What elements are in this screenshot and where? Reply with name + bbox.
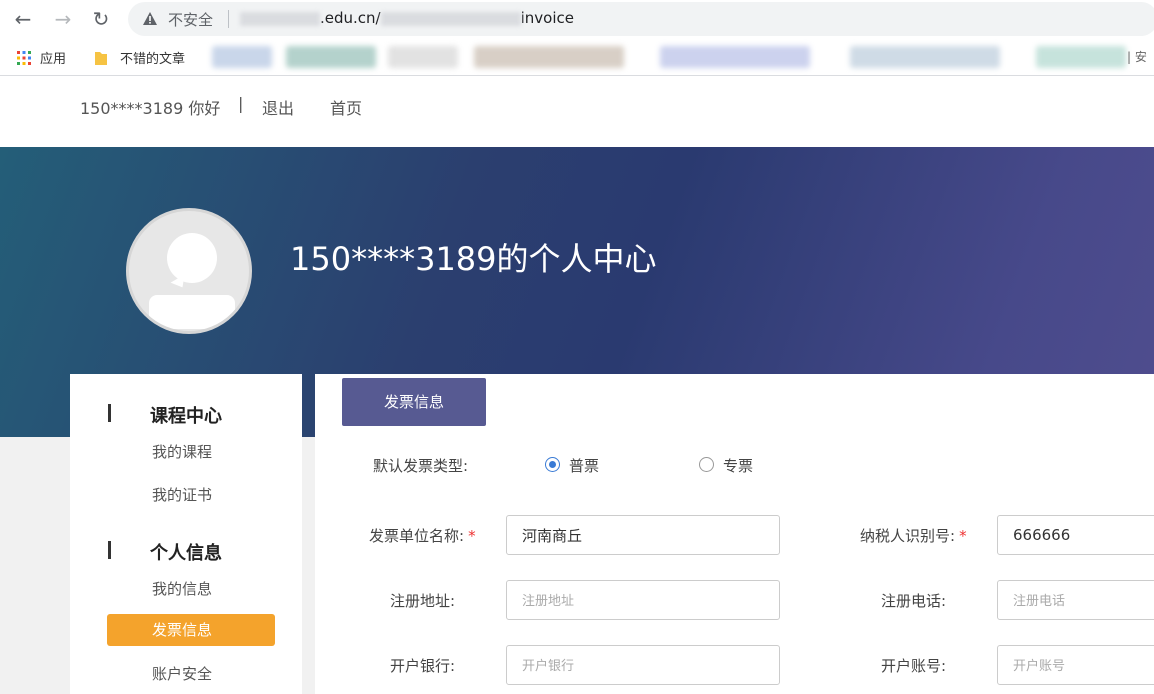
redacted-path [380, 11, 521, 26]
bookmark-folder-label: 不错的文章 [120, 52, 186, 67]
bookmark-folder[interactable]: 不错的文章 [94, 48, 185, 67]
sidebar-item-my-courses[interactable]: 我的课程 [152, 441, 212, 462]
section-marker [108, 541, 111, 559]
bookmark-redacted[interactable] [388, 46, 458, 68]
folder-icon [95, 51, 107, 65]
address-bar[interactable]: 不安全 .edu.cn/invoice [128, 2, 1154, 36]
avatar-body-icon [149, 295, 235, 329]
bookmark-redacted[interactable] [286, 46, 376, 68]
reg-address-label: 注册地址: [390, 592, 456, 610]
url-text[interactable]: .edu.cn/invoice [240, 9, 574, 27]
sidebar: 课程中心 我的课程 我的证书 个人信息 我的信息 发票信息 账户安全 [70, 374, 302, 694]
reg-phone-label: 注册电话: [881, 592, 947, 610]
bookmark-redacted[interactable] [1036, 46, 1126, 68]
bank-label: 开户银行: [390, 657, 456, 675]
header-separator: | [238, 94, 244, 113]
security-status[interactable]: 不安全 [168, 9, 213, 30]
company-name-input[interactable] [506, 515, 780, 555]
avatar[interactable] [126, 208, 252, 334]
apps-grid-icon [17, 50, 31, 65]
bookmarks-bar: 应用 不错的文章 | 安 [0, 38, 1154, 76]
radio-special-invoice[interactable] [699, 457, 714, 472]
taxpayer-id-input[interactable] [997, 515, 1154, 555]
section-title-personal: 个人信息 [150, 543, 222, 564]
bookmark-apps-label: 应用 [40, 52, 67, 67]
forward-icon[interactable]: → [50, 6, 76, 32]
site-header: 150****3189 你好 | 退出 首页 [0, 77, 1154, 147]
taxpayer-id-label: 纳税人识别号: * [860, 525, 967, 546]
bank-input[interactable] [506, 645, 780, 685]
bookmark-redacted[interactable] [474, 46, 624, 68]
page-title: 150****3189的个人中心 [290, 240, 657, 278]
company-name-label-text: 发票单位名称: [369, 527, 465, 545]
back-icon[interactable]: ← [10, 6, 36, 32]
company-name-label: 发票单位名称: * [369, 525, 476, 546]
required-mark: * [959, 527, 967, 545]
radio-regular-label[interactable]: 普票 [569, 455, 599, 476]
taxpayer-id-label-text: 纳税人识别号: [860, 527, 956, 545]
home-link[interactable]: 首页 [330, 95, 362, 119]
section-marker [108, 404, 111, 422]
bookmark-redacted[interactable] [850, 46, 1000, 68]
invoice-type-label: 默认发票类型: [373, 457, 469, 475]
account-input[interactable] [997, 645, 1154, 685]
avatar-head-icon [167, 233, 217, 283]
logout-link[interactable]: 退出 [262, 95, 294, 119]
bookmark-apps[interactable]: 应用 [16, 48, 66, 67]
required-mark: * [468, 527, 476, 545]
reload-icon[interactable]: ↻ [88, 6, 114, 32]
warning-icon [143, 12, 157, 25]
bookmark-redacted[interactable] [212, 46, 272, 68]
user-greeting: 150****3189 你好 [80, 99, 221, 118]
url-separator [228, 10, 229, 28]
url-path: invoice [520, 9, 574, 27]
account-label: 开户账号: [881, 657, 947, 675]
redacted-host [240, 11, 320, 26]
invoice-panel: 发票信息 默认发票类型: 普票 专票 发票单位名称:* 纳税人识别号:* 注册地… [315, 374, 1154, 694]
bookmark-overflow[interactable]: | 安 [1127, 48, 1147, 65]
tab-invoice-info[interactable]: 发票信息 [342, 378, 486, 426]
reg-phone-input[interactable] [997, 580, 1154, 620]
radio-special-label[interactable]: 专票 [723, 455, 753, 476]
sidebar-item-account-security[interactable]: 账户安全 [152, 663, 212, 684]
sidebar-item-invoice-info[interactable]: 发票信息 [107, 614, 275, 646]
browser-toolbar: ← → ↻ 不安全 .edu.cn/invoice [0, 0, 1154, 38]
bookmark-redacted[interactable] [660, 46, 810, 68]
reg-address-input[interactable] [506, 580, 780, 620]
sidebar-item-my-certificates[interactable]: 我的证书 [152, 484, 212, 505]
section-title-course: 课程中心 [150, 406, 222, 427]
url-domain: .edu.cn/ [320, 9, 381, 27]
radio-regular-invoice[interactable] [545, 457, 560, 472]
sidebar-item-my-info[interactable]: 我的信息 [152, 578, 212, 599]
